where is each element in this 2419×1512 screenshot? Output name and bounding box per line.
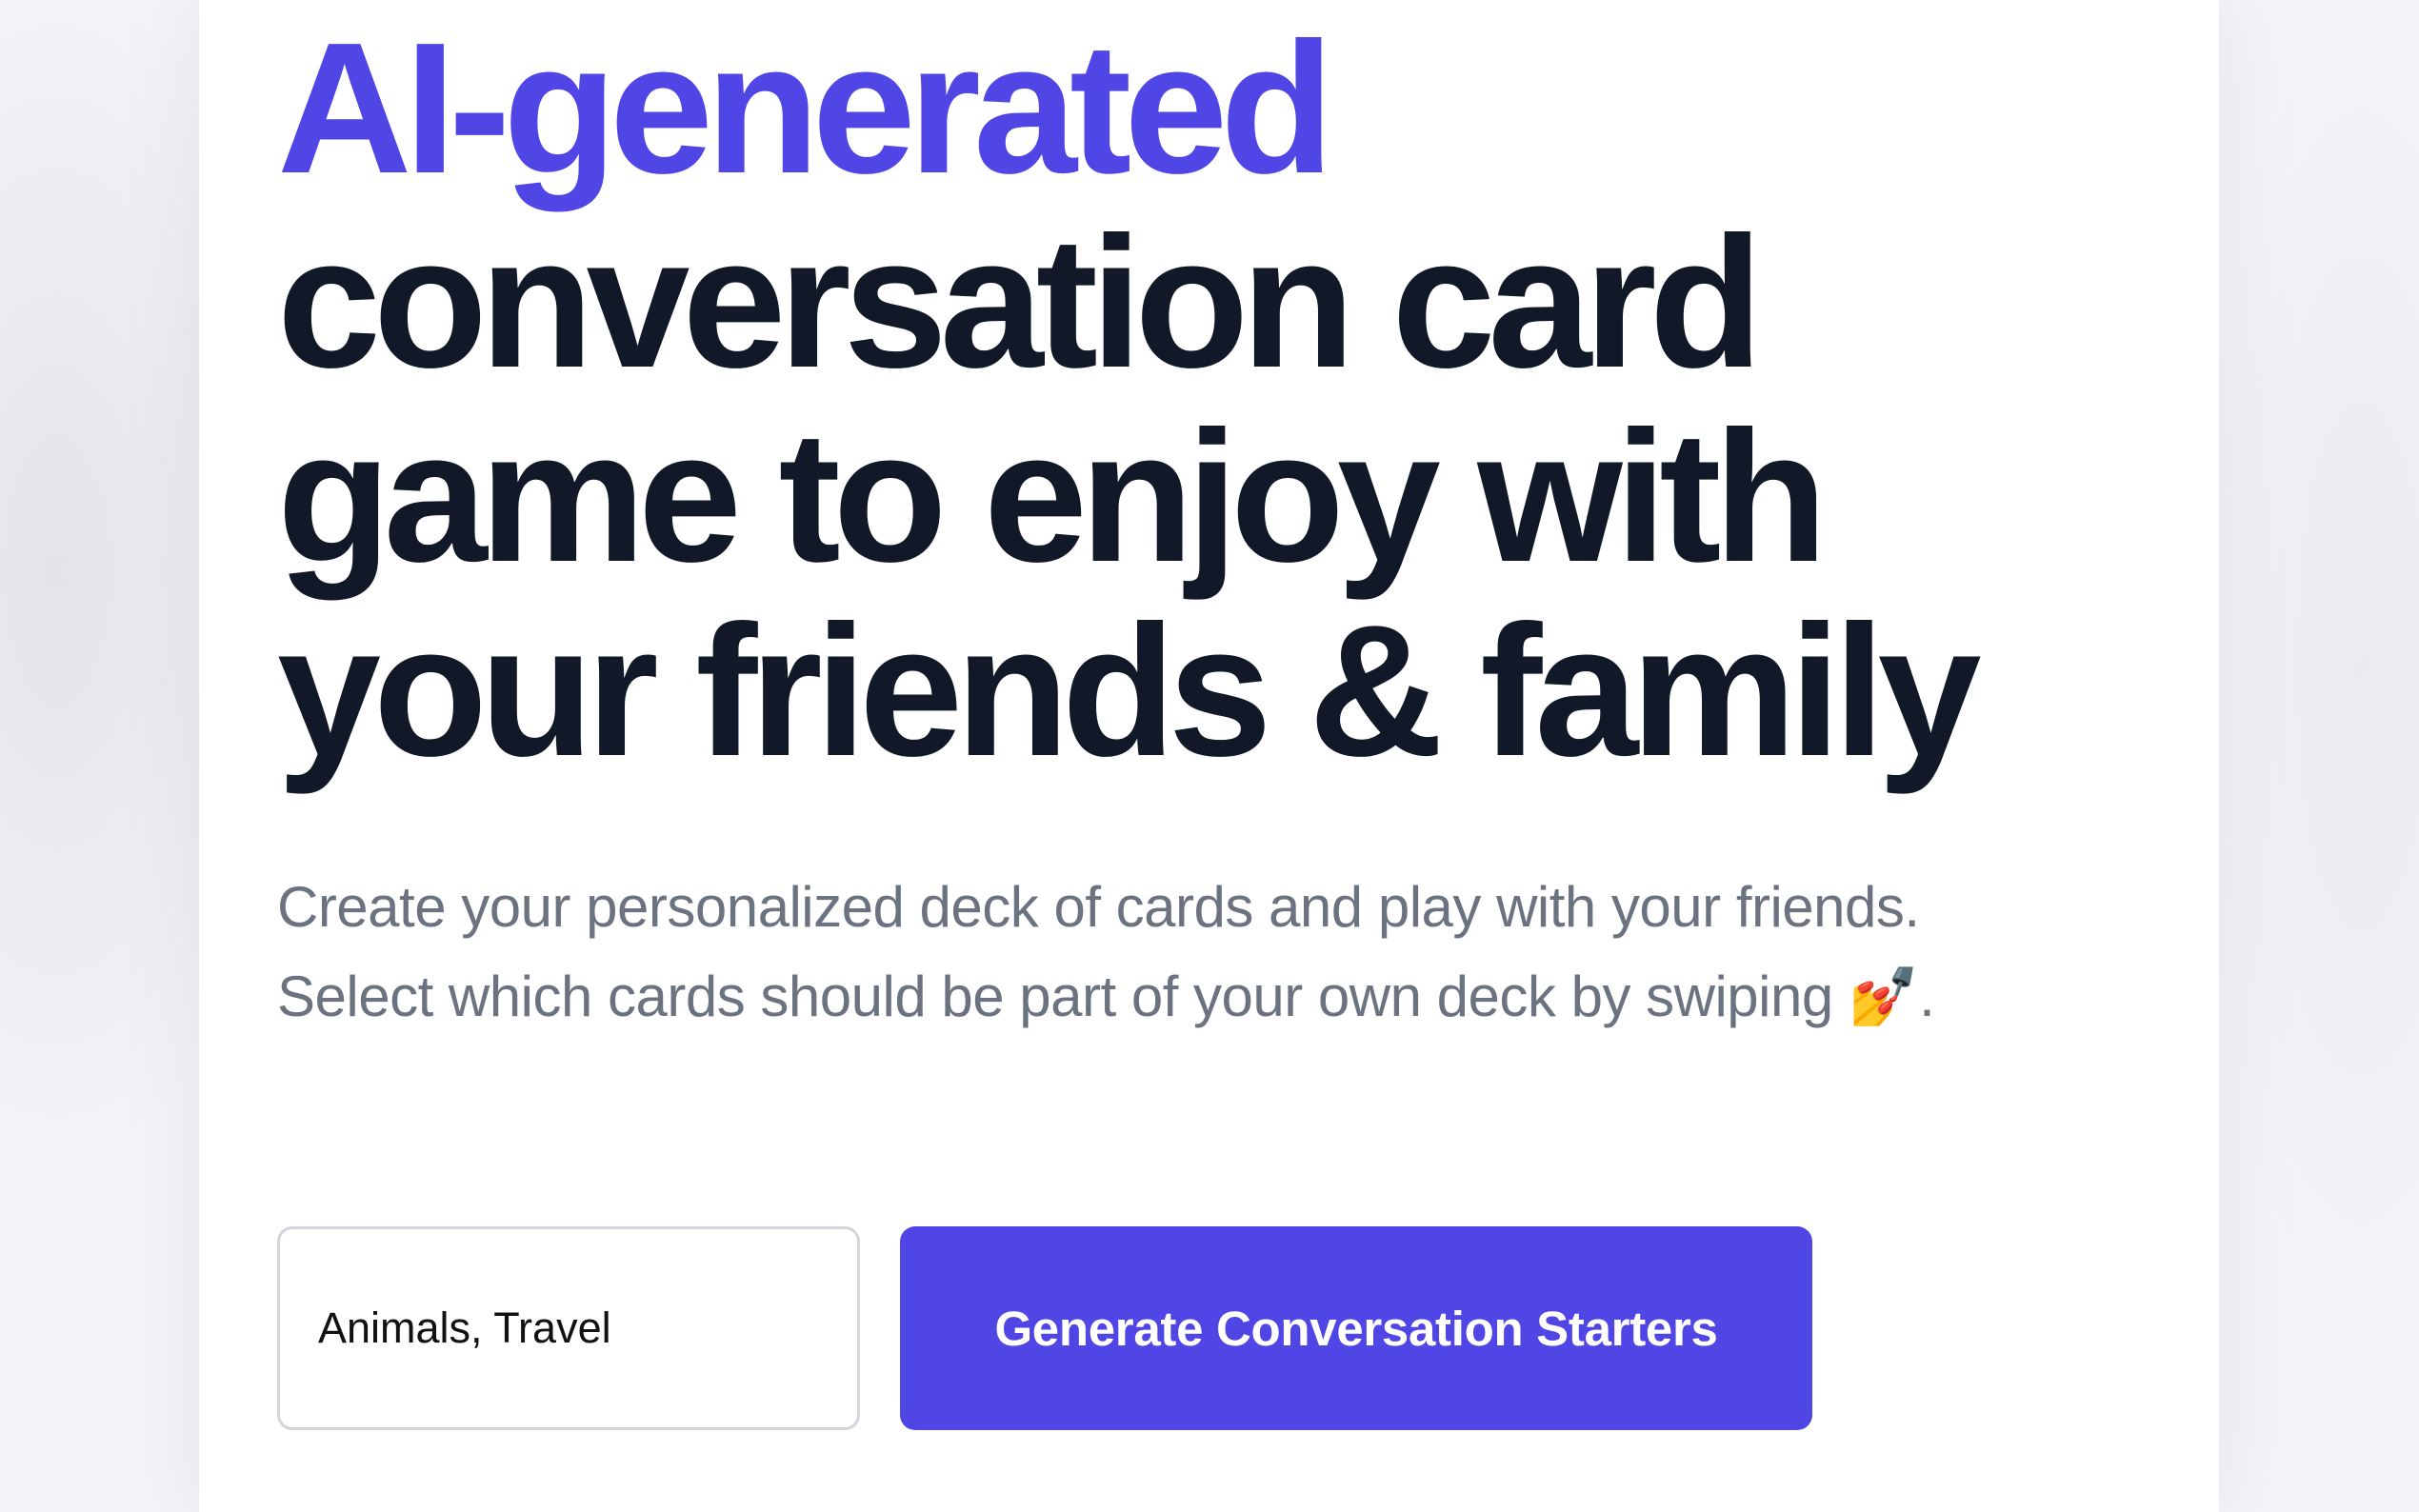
hero-section: AI-generated conversation card game to e… [277,0,2182,1042]
subtitle-line-2: Select which cards should be part of you… [277,952,2182,1042]
headline-line: conversation card [277,198,1763,407]
topics-input[interactable] [277,1226,860,1430]
hero-subtitle: Create your personalized deck of cards a… [277,863,2182,1042]
subtitle-line-text: Select which cards should be part of you… [277,965,1833,1028]
subtitle-line: Create your personalized deck of cards a… [277,875,1920,939]
subtitle-period: . [1919,965,1935,1028]
hero-headline: AI-generated conversation card game to e… [277,0,2182,788]
headline-accent: AI-generated [277,4,1334,212]
generate-conversation-starters-button[interactable]: Generate Conversation Starters [900,1226,1812,1430]
nail-polish-emoji-icon: 💅 [1848,964,1920,1030]
headline-line: game to enjoy with [277,392,1828,601]
headline-line: your friends & family [277,587,1982,795]
generate-form: Generate Conversation Starters [277,1226,1812,1430]
landing-panel: AI-generated conversation card game to e… [199,0,2219,1512]
